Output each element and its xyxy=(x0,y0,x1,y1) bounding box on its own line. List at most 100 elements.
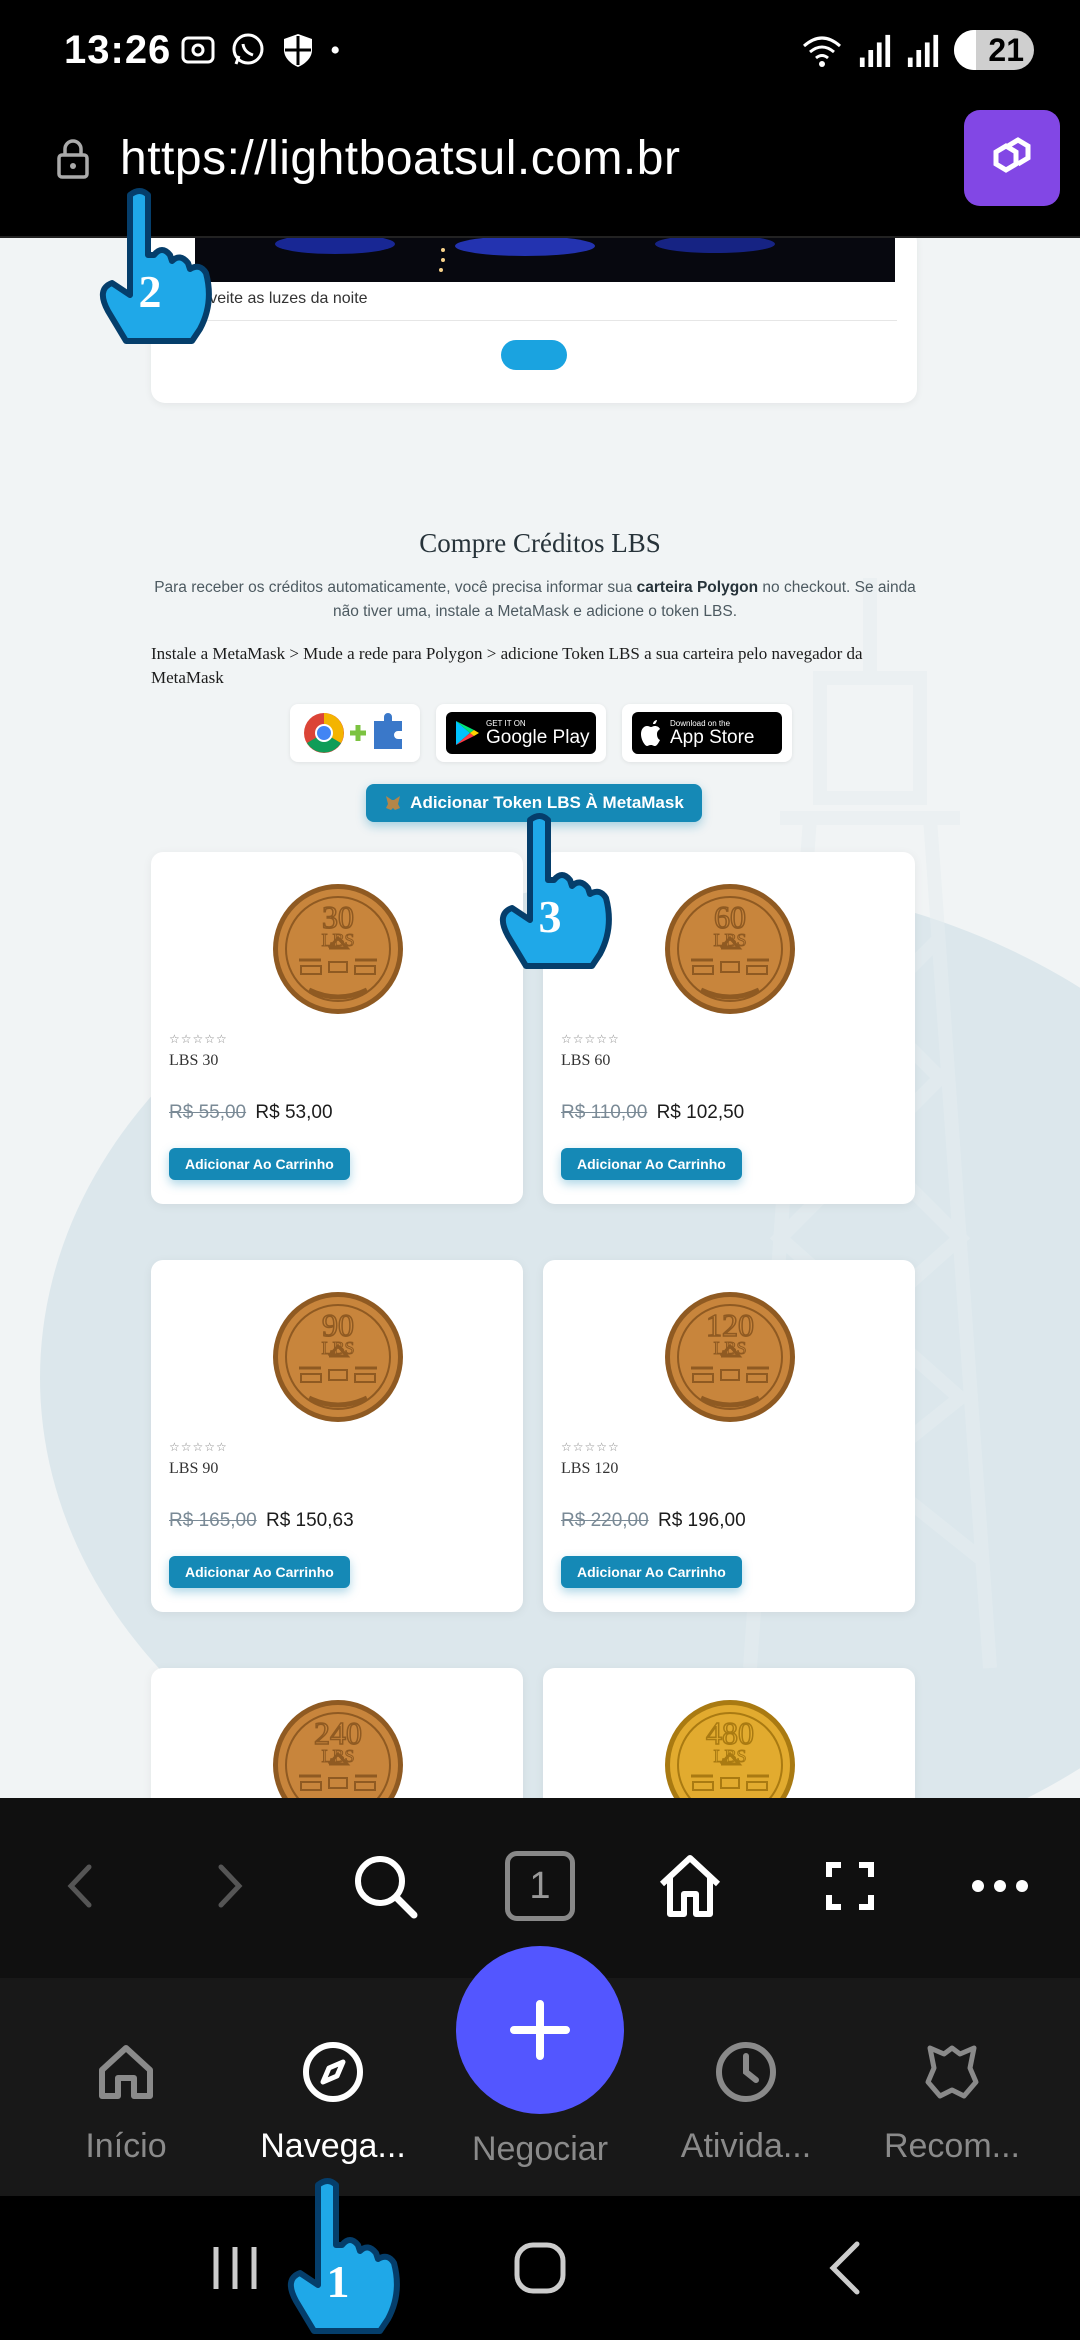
sale-price: R$ 196,00 xyxy=(657,1510,746,1531)
back-button[interactable] xyxy=(50,1846,110,1926)
nav-item-atividade[interactable]: Ativida... xyxy=(646,2040,846,2166)
pointer-number: 3 xyxy=(539,891,562,942)
chrome-extension-badge[interactable] xyxy=(290,704,420,762)
product-card[interactable]: 240 LBS xyxy=(151,1668,523,1798)
sale-price: R$ 102,50 xyxy=(656,1102,745,1123)
recent-apps-button[interactable] xyxy=(200,2236,270,2300)
tab-count: 1 xyxy=(529,1864,551,1907)
system-home-button[interactable] xyxy=(505,2236,575,2300)
setup-steps: Instale a MetaMask > Mude a rede para Po… xyxy=(151,644,863,687)
google-play-badge[interactable]: GET IT ON Google Play xyxy=(436,704,606,762)
rating-stars: ☆☆☆☆☆ xyxy=(169,1032,228,1046)
add-to-cart-button[interactable]: Adicionar Ao Carrinho xyxy=(169,1556,350,1588)
tutorial-pointer-3: 3 xyxy=(492,810,622,970)
lock-icon xyxy=(57,139,89,179)
system-back-button[interactable] xyxy=(810,2236,880,2300)
product-name[interactable]: LBS 90 xyxy=(169,1460,218,1478)
product-name[interactable]: LBS 60 xyxy=(561,1052,610,1070)
nav-label: Negociar xyxy=(471,2130,609,2168)
fullscreen-button[interactable] xyxy=(810,1846,890,1926)
product-name[interactable]: LBS 30 xyxy=(169,1052,218,1070)
trade-fab-button[interactable] xyxy=(456,1946,624,2114)
night-lights-image xyxy=(195,238,895,282)
app-bottom-nav: Início Navega... Negociar Ativida... Rec… xyxy=(0,1946,1080,2196)
compass-icon xyxy=(303,2042,363,2102)
metamask-fox-icon xyxy=(386,796,401,810)
lbs-coin-image: 240 LBS xyxy=(273,1700,403,1798)
nav-label: Início xyxy=(85,2127,167,2165)
carousel-pagination-button[interactable] xyxy=(501,340,567,370)
apple-icon xyxy=(641,720,660,746)
web-page[interactable]: roveite as luzes da noite Compre Crédito… xyxy=(0,238,1080,1798)
pointing-hand-icon: 1 xyxy=(287,2178,400,2334)
search-icon xyxy=(355,1856,418,1919)
more-button[interactable] xyxy=(960,1846,1040,1926)
nav-item-recompensas[interactable]: Recom... xyxy=(852,2040,1052,2166)
product-name[interactable]: LBS 120 xyxy=(561,1460,618,1478)
app-store-badge[interactable]: Download on the App Store xyxy=(622,704,792,762)
lbs-coin-image: 90 LBS xyxy=(273,1292,403,1422)
url-text[interactable]: https://lightboatsul.com.br xyxy=(120,131,680,186)
battery-level: 21 xyxy=(988,31,1024,68)
add-to-cart-button[interactable]: Adicionar Ao Carrinho xyxy=(169,1148,350,1180)
section-title: Compre Créditos LBS xyxy=(419,528,661,558)
back-icon xyxy=(67,1864,92,1908)
google-play-icon xyxy=(456,721,479,745)
product-card[interactable]: 120 LBS ☆☆☆☆☆ LBS 120 R$ 220,00 R$ 196,0… xyxy=(543,1260,915,1612)
tabs-icon: 1 xyxy=(505,1851,575,1921)
old-price: R$ 110,00 xyxy=(561,1102,648,1123)
home-icon xyxy=(99,2045,153,2099)
clock-icon xyxy=(716,2042,776,2102)
app-store-text: App Store xyxy=(670,726,755,748)
lbs-coin-image: 60 LBS xyxy=(665,884,795,1014)
rating-stars: ☆☆☆☆☆ xyxy=(561,1032,620,1046)
recent-apps-icon xyxy=(213,2247,257,2289)
plus-icon xyxy=(510,2000,570,2060)
pointer-number: 1 xyxy=(327,2256,350,2307)
fullscreen-icon xyxy=(826,1862,874,1910)
product-card[interactable]: 480 LBS xyxy=(543,1668,915,1798)
old-price: R$ 55,00 xyxy=(169,1102,247,1123)
add-to-cart-button[interactable]: Adicionar Ao Carrinho xyxy=(561,1556,742,1588)
nav-item-inicio[interactable]: Início xyxy=(26,2040,226,2166)
home-circle-icon xyxy=(514,2242,566,2294)
rating-stars: ☆☆☆☆☆ xyxy=(561,1440,620,1454)
home-icon xyxy=(659,1855,721,1917)
lbs-coin-image: 120 LBS xyxy=(665,1292,795,1422)
download-badges: GET IT ON Google Play Download on the App … xyxy=(290,704,792,762)
nav-item-navegador[interactable]: Navega... xyxy=(233,2040,433,2166)
more-icon xyxy=(972,1880,1028,1892)
notification-dot-icon xyxy=(331,46,339,54)
pointer-number: 2 xyxy=(139,266,162,317)
product-card[interactable]: 30 LBS ☆☆☆☆☆ LBS 30 R$ 55,00 R$ 53,00 Ad… xyxy=(151,852,523,1204)
gallery-card: roveite as luzes da noite xyxy=(151,238,917,403)
system-nav-bar xyxy=(0,2196,1080,2340)
signal-icon-2 xyxy=(907,34,939,67)
shield-icon xyxy=(284,34,312,67)
tutorial-pointer-1: 1 xyxy=(280,2175,410,2335)
lbs-coin-image: 30 LBS xyxy=(273,884,403,1014)
product-price: R$ 165,00 R$ 150,63 xyxy=(169,1510,354,1532)
forward-button[interactable] xyxy=(200,1846,260,1926)
pointing-hand-icon: 3 xyxy=(499,813,612,969)
lbs-coin-image: 480 LBS xyxy=(665,1700,795,1798)
polygon-network-button[interactable] xyxy=(964,110,1060,206)
description-bold: carteira Polygon xyxy=(636,579,759,596)
chrome-extension-icon xyxy=(304,713,402,753)
home-button[interactable] xyxy=(650,1846,730,1926)
old-price: R$ 220,00 xyxy=(561,1510,649,1531)
search-button[interactable] xyxy=(345,1846,425,1926)
forward-icon xyxy=(218,1864,243,1908)
polygon-logo-icon xyxy=(993,137,1031,173)
section-description: Para receber os créditos automaticamente… xyxy=(150,576,920,624)
nav-label: Ativida... xyxy=(680,2127,812,2165)
divider xyxy=(171,320,897,321)
product-card[interactable]: 90 LBS ☆☆☆☆☆ LBS 90 R$ 165,00 R$ 150,63 … xyxy=(151,1260,523,1612)
google-play-text: Google Play xyxy=(486,726,590,748)
whatsapp-icon xyxy=(232,33,264,65)
tabs-button[interactable]: 1 xyxy=(500,1846,580,1926)
sale-price: R$ 53,00 xyxy=(255,1102,333,1123)
tutorial-pointer-2: 2 xyxy=(92,185,222,345)
add-to-cart-button[interactable]: Adicionar Ao Carrinho xyxy=(561,1148,742,1180)
system-back-icon xyxy=(829,2241,860,2295)
